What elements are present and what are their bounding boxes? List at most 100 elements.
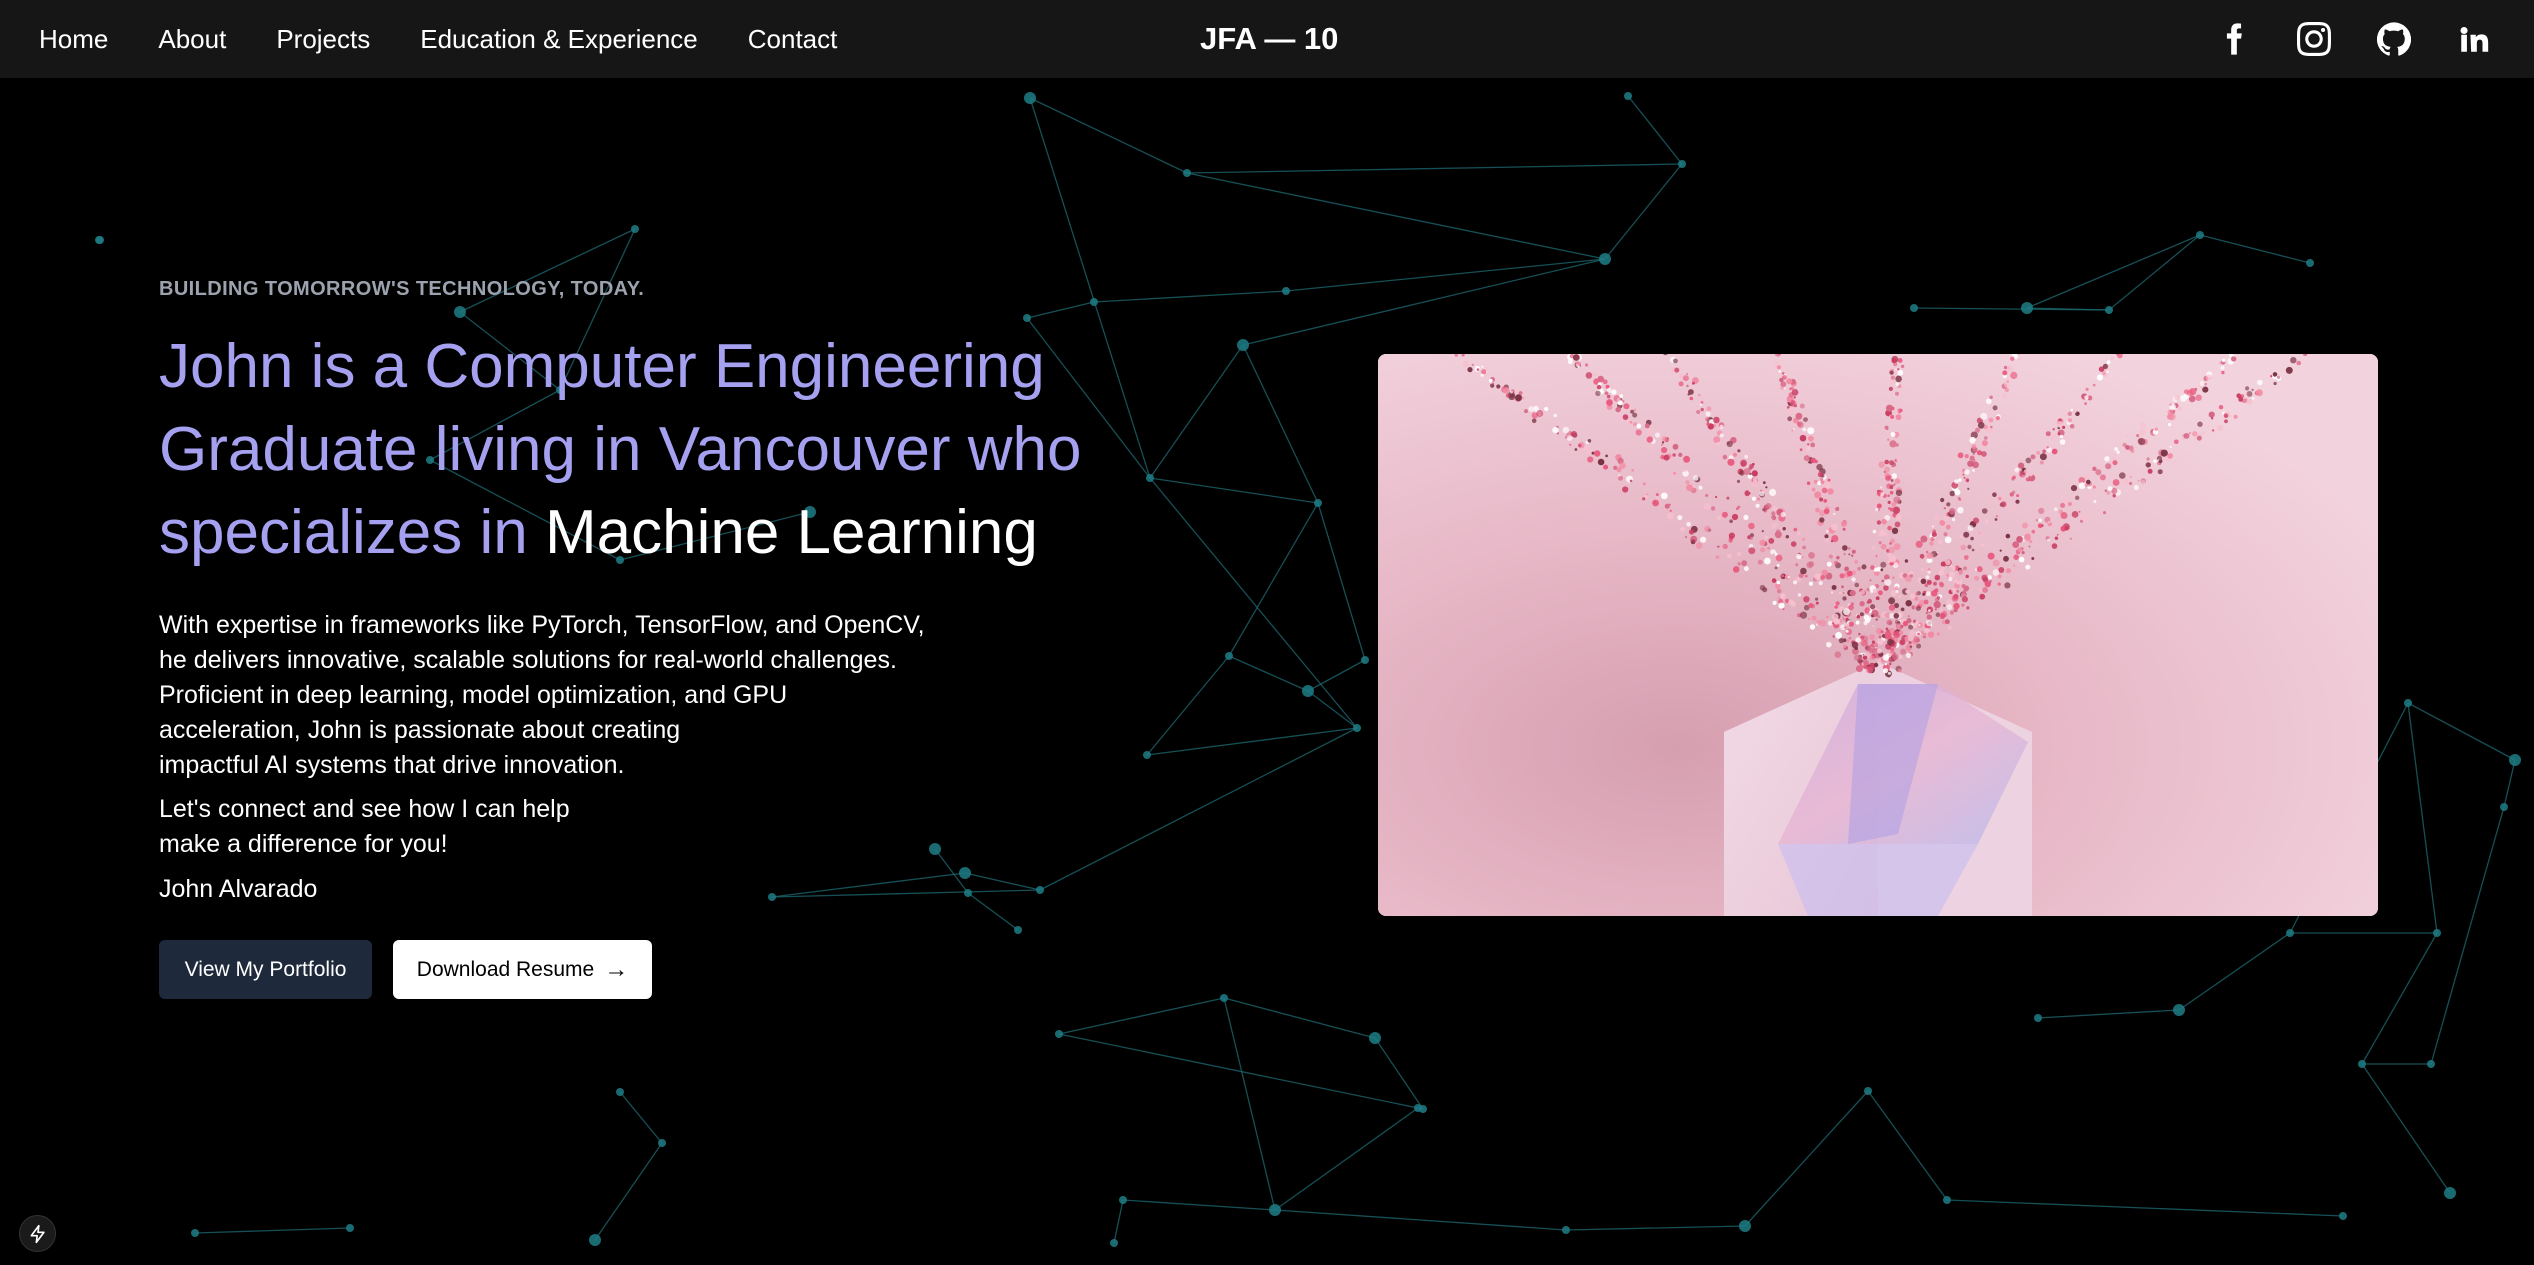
network-line: [1627, 95, 1683, 165]
network-node: [1269, 1204, 1281, 1216]
network-node: [1314, 499, 1322, 507]
download-resume-button[interactable]: Download Resume →: [393, 940, 652, 999]
network-line: [1122, 1199, 1276, 1211]
hero-description: With expertise in frameworks like PyTorc…: [159, 608, 1159, 783]
arrow-right-icon: →: [604, 955, 629, 983]
brand-logo[interactable]: JFA — 10: [1200, 0, 1338, 78]
network-node: [1237, 339, 1249, 351]
linkedin-icon[interactable]: [2454, 19, 2494, 59]
nav-link-projects[interactable]: Projects: [276, 24, 370, 55]
network-line: [1223, 997, 1376, 1039]
network-line: [1274, 1209, 1567, 1231]
network-line: [1285, 258, 1606, 292]
network-line: [2361, 1063, 2451, 1194]
network-line: [1374, 1037, 1424, 1110]
network-line: [1228, 502, 1319, 657]
network-line: [1274, 1107, 1419, 1211]
hero-headline: John is a Computer Engineering Graduate …: [159, 325, 1159, 574]
hero-text: BUILDING TOMORROW'S TECHNOLOGY, TODAY. J…: [159, 278, 1159, 999]
download-resume-label: Download Resume: [416, 957, 595, 981]
bolt-icon[interactable]: [19, 1215, 56, 1252]
network-node: [2306, 259, 2314, 267]
hero-buttons: View My Portfolio Download Resume →: [159, 940, 1159, 999]
top-navbar: Home About Projects Education & Experien…: [0, 0, 2534, 78]
network-line: [1744, 1090, 1869, 1227]
network-line: [2026, 234, 2201, 309]
network-node: [191, 1229, 199, 1237]
network-line: [1604, 163, 1683, 260]
cta-line: Let's connect and see how I can help: [159, 795, 570, 823]
network-node: [2500, 803, 2508, 811]
network-node: [1110, 1239, 1118, 1247]
network-node: [1943, 1196, 1951, 1204]
social-links: [2214, 0, 2534, 78]
network-node: [2173, 1004, 2185, 1016]
network-node: [1225, 652, 1233, 660]
network-line: [194, 1227, 351, 1234]
network-line: [1058, 997, 1225, 1035]
network-node: [1183, 169, 1191, 177]
network-node: [1369, 1032, 1381, 1044]
headline-highlight: Machine Learning: [544, 498, 1038, 567]
network-node: [1599, 253, 1611, 265]
hero-cta-text: Let's connect and see how I can help mak…: [159, 792, 1159, 862]
network-node: [589, 1234, 601, 1246]
nav-links: Home About Projects Education & Experien…: [39, 0, 887, 78]
hero-image: [1378, 354, 2378, 916]
nav-link-home[interactable]: Home: [39, 24, 108, 55]
network-node: [1361, 656, 1369, 664]
network-node: [1353, 724, 1361, 732]
network-line: [1307, 659, 1366, 692]
description-line: Proficient in deep learning, model optim…: [159, 681, 788, 709]
network-node: [2105, 306, 2113, 314]
nav-link-contact[interactable]: Contact: [748, 24, 838, 55]
network-line: [2503, 759, 2516, 808]
network-node: [2339, 1212, 2347, 1220]
network-line: [1565, 1225, 1746, 1231]
nav-link-education-experience[interactable]: Education & Experience: [420, 24, 698, 55]
network-node: [1910, 304, 1918, 312]
network-line: [1307, 690, 1358, 729]
network-node: [2509, 754, 2521, 766]
network-node: [1024, 92, 1036, 104]
network-node: [1678, 160, 1686, 168]
cta-line: make a difference for you!: [159, 830, 448, 858]
network-line: [1149, 477, 1358, 729]
network-node: [616, 1088, 624, 1096]
network-line: [2361, 932, 2438, 1065]
network-line: [1946, 1199, 2344, 1217]
network-node: [2358, 1060, 2366, 1068]
network-node: [2286, 929, 2294, 937]
network-line: [2407, 702, 2438, 934]
nav-link-about[interactable]: About: [158, 24, 226, 55]
description-line: he delivers innovative, scalable solutio…: [159, 646, 897, 674]
network-line: [2037, 1009, 2180, 1019]
network-node: [1739, 1220, 1751, 1232]
github-icon[interactable]: [2374, 19, 2414, 59]
network-line: [2407, 702, 2516, 761]
network-node: [1864, 1087, 1872, 1095]
network-line: [1223, 997, 1276, 1211]
network-line: [2108, 234, 2201, 311]
description-line: With expertise in frameworks like PyTorc…: [159, 611, 925, 639]
view-portfolio-button[interactable]: View My Portfolio: [159, 940, 372, 999]
hero-eyebrow: BUILDING TOMORROW'S TECHNOLOGY, TODAY.: [159, 278, 645, 300]
network-line: [1228, 655, 1309, 692]
network-node: [346, 1224, 354, 1232]
facebook-icon[interactable]: [2214, 19, 2254, 59]
network-node: [95, 236, 103, 244]
view-portfolio-label: View My Portfolio: [184, 957, 347, 981]
network-node: [631, 225, 639, 233]
network-line: [1058, 1033, 1419, 1109]
network-node: [2034, 1014, 2042, 1022]
network-line: [2178, 932, 2291, 1011]
network-node: [2444, 1187, 2456, 1199]
network-node: [1119, 1196, 1127, 1204]
network-line: [1317, 502, 1366, 661]
network-node: [1302, 685, 1314, 697]
instagram-icon[interactable]: [2294, 19, 2334, 59]
network-line: [594, 1142, 663, 1241]
network-node: [2433, 929, 2441, 937]
network-node: [1624, 92, 1632, 100]
hero-signature: John Alvarado: [159, 875, 318, 903]
